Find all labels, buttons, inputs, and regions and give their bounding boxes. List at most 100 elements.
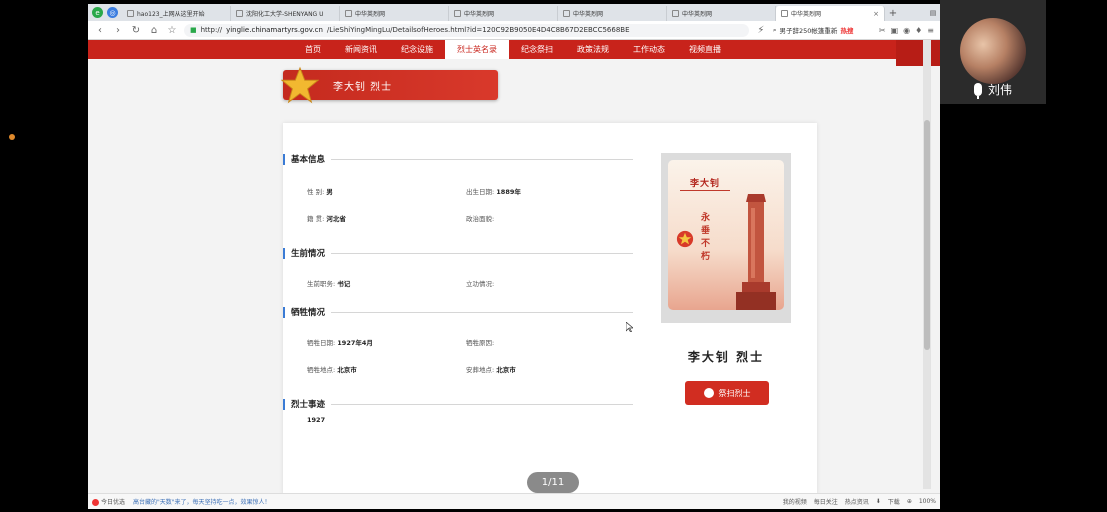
url-host: yinglie.chinamartyrs.gov.cn xyxy=(226,26,323,34)
section-title: 基本信息 xyxy=(291,155,326,165)
page-icon xyxy=(563,10,570,17)
search-input[interactable]: ⌕ 男子辞250帐篷重新 热搜 xyxy=(773,24,873,37)
photo-vertical-text: 永垂不朽 xyxy=(701,213,711,262)
star-icon xyxy=(281,66,319,104)
tab-martyrs-1[interactable]: 中华英烈网 xyxy=(340,6,449,21)
close-icon[interactable]: × xyxy=(873,10,879,18)
download-label[interactable]: 下载 xyxy=(888,497,900,506)
field-birth: 出生日期: 1889年 xyxy=(466,186,521,196)
search-text: 男子辞250帐篷重新 xyxy=(779,27,838,35)
field-gender: 性 别: 男 xyxy=(307,186,333,196)
field-value: 男 xyxy=(326,188,333,196)
field-label: 安葬地点: xyxy=(466,366,495,374)
tab-hao123[interactable]: hao123_上网从这里开始 xyxy=(122,6,231,21)
section-header: 生前情况 xyxy=(283,247,633,259)
nav-policies[interactable]: 政策法规 xyxy=(565,40,621,59)
divider xyxy=(331,311,633,313)
tab-label: 中华英烈网 xyxy=(573,11,604,18)
page-icon xyxy=(781,10,788,17)
url-prefix: http:// xyxy=(200,26,223,34)
compass-icon[interactable]: ◎ xyxy=(107,7,118,18)
martyr-photo: 李大钊 永垂不朽 xyxy=(668,160,784,310)
new-tab-button[interactable]: + xyxy=(885,6,901,21)
mourn-button-label: 祭扫烈士 xyxy=(718,388,751,398)
nav-martyrs-list[interactable]: 烈士英名录 xyxy=(445,40,509,59)
title-banner: 李大钊 烈士 xyxy=(281,66,498,104)
participant-name: 刘伟 xyxy=(987,82,1012,97)
field-value: 北京市 xyxy=(496,366,516,374)
participant-video: 刘伟 xyxy=(940,0,1046,104)
section-bar xyxy=(283,153,285,165)
field-sacrifice-place: 牺牲地点: 北京市 xyxy=(307,364,357,374)
nav-work[interactable]: 工作动态 xyxy=(621,40,677,59)
section-title: 生前情况 xyxy=(291,249,326,259)
star-icon[interactable]: ☆ xyxy=(166,25,178,36)
game-icon[interactable]: ♦ xyxy=(915,26,922,35)
scrollbar[interactable] xyxy=(923,40,931,489)
section-title: 烈士事迹 xyxy=(291,400,326,410)
forward-icon[interactable]: › xyxy=(112,25,124,36)
microphone-icon[interactable] xyxy=(973,82,982,99)
section-bar xyxy=(283,398,285,410)
divider xyxy=(331,252,633,254)
app-logo-icon[interactable]: e xyxy=(92,7,103,18)
hot-search-badge: 热搜 xyxy=(840,27,854,35)
field-origin: 籍 贯: 河北省 xyxy=(307,213,346,223)
refresh-icon[interactable]: ↻ xyxy=(130,25,142,36)
page-icon xyxy=(236,10,243,17)
tab-bar: e ◎ hao123_上网从这里开始 沈阳化工大学-SHENYANG U 中华英… xyxy=(88,4,940,21)
field-value: 北京市 xyxy=(337,366,357,374)
address-bar: ‹ › ↻ ⌂ ☆ ■ http://yinglie.chinamartyrs.… xyxy=(88,21,940,40)
field-label: 牺牲日期: xyxy=(307,339,336,347)
back-icon[interactable]: ‹ xyxy=(94,25,106,36)
page-indicator[interactable]: 1/11 xyxy=(527,472,579,493)
field-label: 性 别: xyxy=(307,188,325,196)
tab-martyrs-active[interactable]: 中华英烈网 × xyxy=(776,6,885,21)
cup-icon xyxy=(703,388,714,398)
nav-commemorate[interactable]: 纪念祭扫 xyxy=(509,40,565,59)
section-bar xyxy=(283,306,285,318)
mourn-button[interactable]: 祭扫烈士 xyxy=(685,381,769,405)
download-icon[interactable]: ⬇ xyxy=(876,498,881,505)
user-icon[interactable]: ◉ xyxy=(903,26,910,35)
tab-label: 沈阳化工大学-SHENYANG U xyxy=(246,11,324,18)
nav-home[interactable]: 首页 xyxy=(293,40,333,59)
field-label: 生前职务: xyxy=(307,280,336,288)
tab-label: 中华英烈网 xyxy=(355,11,386,18)
my-videos[interactable]: 我的视频 xyxy=(783,497,807,506)
mouse-cursor-icon xyxy=(626,322,633,332)
scrollbar-thumb[interactable] xyxy=(924,120,930,350)
daily-pick[interactable]: 今日优选 xyxy=(92,497,125,506)
tab-martyrs-4[interactable]: 中华英烈网 xyxy=(667,6,776,21)
nav-live[interactable]: 视频直播 xyxy=(677,40,733,59)
zoom-icon[interactable]: ⊕ xyxy=(907,498,912,505)
lightning-icon[interactable]: ⚡ xyxy=(755,25,767,36)
home-icon[interactable]: ⌂ xyxy=(148,25,160,36)
hot-news[interactable]: 热点资讯 xyxy=(845,497,869,506)
photo-line xyxy=(680,190,730,191)
field-label: 籍 贯: xyxy=(307,215,325,223)
section-title: 牺牲情况 xyxy=(291,308,326,318)
tab-martyrs-3[interactable]: 中华英烈网 xyxy=(558,6,667,21)
nav-news[interactable]: 新闻资讯 xyxy=(333,40,389,59)
news-ticker[interactable]: 高台藏的"天数"来了，每天坚持吃一点，效果惊人！ xyxy=(133,497,271,506)
status-right: 我的视频 每日关注 热点资讯 ⬇ 下载 ⊕ 100% xyxy=(783,497,936,506)
daily-focus[interactable]: 每日关注 xyxy=(814,497,838,506)
tab-menu-icon[interactable]: ▤ xyxy=(926,6,940,21)
zoom-level[interactable]: 100% xyxy=(919,498,936,505)
section-header: 基本信息 xyxy=(283,153,633,165)
tab-bar-icons: e ◎ xyxy=(88,4,122,21)
scissors-icon[interactable]: ✂ xyxy=(879,26,886,35)
field-sacrifice-reason: 牺牲原因: xyxy=(466,337,494,347)
tab-university[interactable]: 沈阳化工大学-SHENYANG U xyxy=(231,6,340,21)
extension-icon[interactable]: ▣ xyxy=(891,26,899,35)
shield-icon: ■ xyxy=(190,26,197,34)
nav-memorials[interactable]: 纪念设施 xyxy=(389,40,445,59)
field-position: 生前职务: 书记 xyxy=(307,278,350,288)
toolbar-icons: ✂ ▣ ◉ ♦ ≡ xyxy=(879,26,934,35)
screen: e ◎ hao123_上网从这里开始 沈阳化工大学-SHENYANG U 中华英… xyxy=(0,0,1107,512)
menu-icon[interactable]: ≡ xyxy=(927,26,934,35)
tab-martyrs-2[interactable]: 中华英烈网 xyxy=(449,6,558,21)
url-input[interactable]: ■ http://yinglie.chinamartyrs.gov.cn/Lie… xyxy=(184,23,749,37)
field-deeds: 1927 xyxy=(307,416,325,424)
